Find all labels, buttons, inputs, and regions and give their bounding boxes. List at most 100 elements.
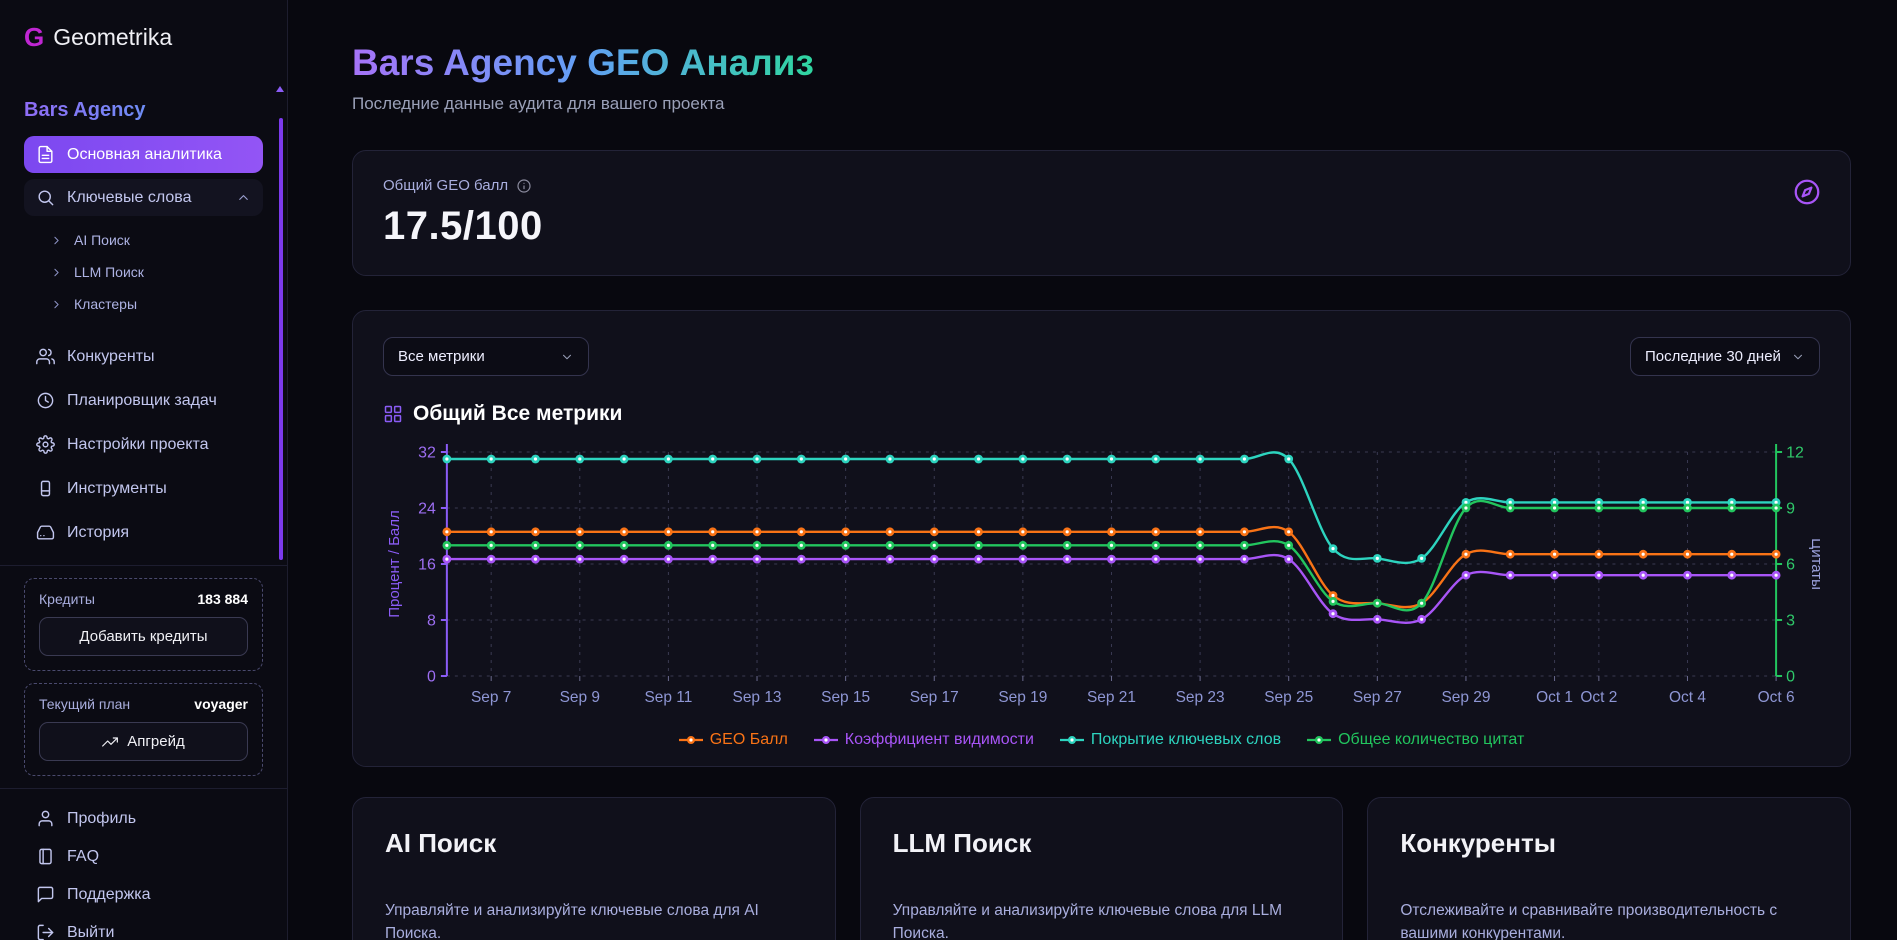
legend-label: Коэффициент видимости [845,731,1034,749]
sidebar-sub-item[interactable]: LLM Поиск [40,256,263,288]
date-range-select[interactable]: Последние 30 дней [1630,337,1820,376]
feature-card-title: LLM Поиск [893,828,1311,859]
svg-text:Sep 9: Sep 9 [560,689,600,706]
main-content: Bars Agency GEO Анализ Последние данные … [288,0,1897,940]
legend-item-series-2[interactable]: Покрытие ключевых слов [1060,731,1281,749]
svg-text:0: 0 [1786,668,1795,685]
date-range-value: Последние 30 дней [1645,348,1781,365]
legend-label: Общее количество цитат [1338,731,1524,749]
compass-icon[interactable] [1792,177,1822,207]
sidebar-sub-item[interactable]: Кластеры [40,288,263,320]
legend-marker-icon [679,734,703,746]
feature-card[interactable]: Конкуренты Отслеживайте и сравнивайте пр… [1367,797,1851,940]
gear-icon [36,435,55,454]
credits-label: Кредиты [39,591,95,607]
sidebar-item-label: Ключевые слова [67,189,192,207]
logo-icon: G [24,22,44,53]
sidebar-item-clock[interactable]: Планировщик задач [24,380,263,421]
legend-marker-icon [1060,734,1084,746]
info-icon[interactable] [516,178,532,194]
feature-card-title: AI Поиск [385,828,803,859]
chevron-down-icon [560,350,574,364]
svg-text:Sep 21: Sep 21 [1087,689,1136,706]
geo-score-card: Общий GEO балл 17.5/100 [352,150,1851,276]
sidebar-item-label: Инструменты [67,480,167,498]
app-root: G Geometrika Bars Agency Основная аналит… [0,0,1897,940]
chevron-up-icon [236,190,251,205]
page-title: Bars Agency GEO Анализ [352,42,814,84]
svg-text:24: 24 [418,500,436,517]
legend-marker-icon [1307,734,1331,746]
svg-text:Sep 25: Sep 25 [1264,689,1313,706]
svg-text:Sep 19: Sep 19 [998,689,1047,706]
legend-item-series-1[interactable]: Коэффициент видимости [814,731,1034,749]
users-icon [36,347,55,366]
sidebar-item-label: Поддержка [67,886,150,904]
geo-score-value: 17.5/100 [383,204,1820,249]
sidebar-item-gear[interactable]: Настройки проекта [24,424,263,465]
svg-text:12: 12 [1786,444,1804,461]
svg-text:Sep 23: Sep 23 [1176,689,1225,706]
svg-text:Sep 27: Sep 27 [1353,689,1402,706]
sidebar-divider [0,565,287,566]
sidebar-sub-item[interactable]: AI Поиск [40,224,263,256]
add-credits-button[interactable]: Добавить кредиты [39,617,248,656]
svg-text:Sep 11: Sep 11 [644,689,692,706]
sidebar-item-user[interactable]: Профиль [24,801,263,836]
sidebar-scrollbar[interactable] [279,118,283,560]
sidebar-item-chat[interactable]: Поддержка [24,877,263,912]
metrics-line-chart[interactable]: 08162432Процент / Балл036912ЦитатыSep 7S… [383,438,1820,728]
sidebar-item-label: Выйти [67,924,114,940]
sidebar: G Geometrika Bars Agency Основная аналит… [0,0,288,940]
svg-text:Oct 1: Oct 1 [1536,689,1573,706]
legend-item-series-0[interactable]: GEO Балл [679,731,788,749]
metric-select-value: Все метрики [398,348,485,365]
chevron-right-icon [50,298,63,311]
ruler-icon [36,479,55,498]
chart-section-title: Общий Все метрики [413,402,622,426]
upgrade-label: Апгрейд [127,733,184,750]
keywords-sub-nav: AI Поиск LLM Поиск Кластеры [24,222,263,328]
feature-card[interactable]: AI Поиск Управляйте и анализируйте ключе… [352,797,836,940]
add-credits-label: Добавить кредиты [79,628,207,645]
svg-text:8: 8 [427,612,436,629]
chat-icon [36,885,55,904]
legend-item-series-3[interactable]: Общее количество цитат [1307,731,1524,749]
feature-card[interactable]: LLM Поиск Управляйте и анализируйте ключ… [860,797,1344,940]
sidebar-item-logout[interactable]: Выйти [24,915,263,940]
feature-card-title: Конкуренты [1400,828,1818,859]
sidebar-item-label: Планировщик задач [67,392,217,410]
svg-text:Oct 4: Oct 4 [1669,689,1706,706]
sidebar-sub-item-label: AI Поиск [74,232,130,248]
metrics-chart-card: Все метрики Последние 30 дней Общий Все … [352,310,1851,767]
svg-text:6: 6 [1786,556,1795,573]
sidebar-item-main-analytics[interactable]: Основная аналитика [24,136,263,173]
x-axis: Sep 7Sep 9Sep 11Sep 13Sep 15Sep 17Sep 19… [471,676,1795,706]
sidebar-item-users[interactable]: Конкуренты [24,336,263,377]
sidebar-item-ruler[interactable]: Инструменты [24,468,263,509]
legend-label: GEO Балл [710,731,788,749]
right-axis: 036912Цитаты [1776,444,1820,686]
sidebar-item-keywords[interactable]: Ключевые слова [24,179,263,216]
sidebar-item-hard-drive[interactable]: История [24,512,263,553]
sidebar-sub-item-label: LLM Поиск [74,264,144,280]
upgrade-button[interactable]: Апгрейд [39,722,248,761]
sidebar-secondary-nav: Конкуренты Планировщик задач Настройки про… [24,336,263,553]
clock-icon [36,391,55,410]
svg-text:32: 32 [418,444,436,461]
feature-cards-row: AI Поиск Управляйте и анализируйте ключе… [352,797,1851,940]
metric-select[interactable]: Все метрики [383,337,589,376]
svg-text:3: 3 [1786,612,1795,629]
file-text-icon [36,145,55,164]
sidebar-scroll-up-arrow[interactable] [276,86,284,92]
svg-text:16: 16 [418,556,436,573]
sidebar-item-book[interactable]: FAQ [24,839,263,874]
hard-drive-icon [36,523,55,542]
search-icon [36,188,55,207]
left-axis: 08162432Процент / Балл [386,444,447,686]
logo[interactable]: G Geometrika [24,22,263,53]
sidebar-item-label: Профиль [67,810,136,828]
grid-icon [383,404,403,424]
chart-grid [447,452,1776,676]
chevron-down-icon [1791,350,1805,364]
